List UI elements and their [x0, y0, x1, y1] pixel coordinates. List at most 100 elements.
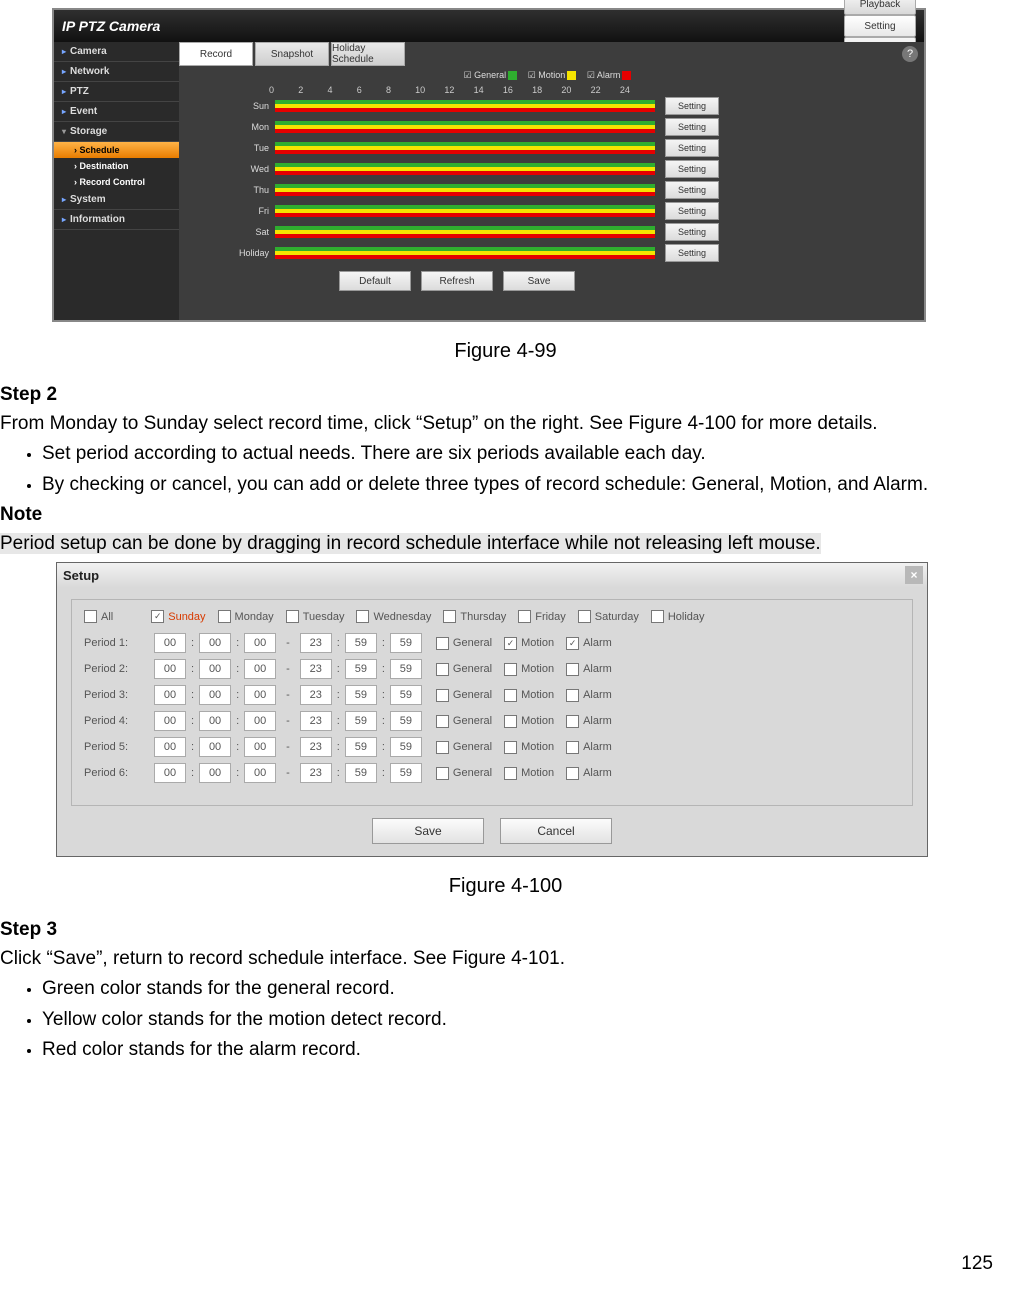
checkbox-general[interactable] [436, 637, 449, 650]
checkbox-monday[interactable] [218, 610, 231, 623]
row-setting-button[interactable]: Setting [665, 118, 719, 136]
schedule-row-sat: SatSetting [179, 221, 924, 242]
time-input[interactable]: 59 [390, 711, 422, 731]
checkbox-thursday[interactable] [443, 610, 456, 623]
row-setting-button[interactable]: Setting [665, 160, 719, 178]
time-input[interactable]: 00 [154, 763, 186, 783]
time-input[interactable]: 23 [300, 737, 332, 757]
sidebar-item-camera[interactable]: Camera [54, 42, 179, 62]
checkbox-saturday[interactable] [578, 610, 591, 623]
time-input[interactable]: 00 [244, 633, 276, 653]
time-input[interactable]: 00 [154, 685, 186, 705]
sidebar-item-information[interactable]: Information [54, 210, 179, 230]
checkbox-alarm[interactable] [566, 767, 579, 780]
time-input[interactable]: 00 [154, 659, 186, 679]
time-input[interactable]: 00 [154, 737, 186, 757]
checkbox-general[interactable] [436, 741, 449, 754]
checkbox-general[interactable] [436, 689, 449, 702]
row-setting-button[interactable]: Setting [665, 139, 719, 157]
checkbox-alarm[interactable]: ✓ [566, 637, 579, 650]
checkbox-all[interactable] [84, 610, 97, 623]
checkbox-motion[interactable] [504, 715, 517, 728]
time-input[interactable]: 23 [300, 633, 332, 653]
time-input[interactable]: 00 [199, 633, 231, 653]
time-input[interactable]: 59 [390, 633, 422, 653]
time-input[interactable]: 00 [199, 659, 231, 679]
time-input[interactable]: 59 [345, 711, 377, 731]
checkbox-motion[interactable] [504, 767, 517, 780]
tab-record[interactable]: Record [179, 42, 253, 66]
checkbox-alarm[interactable] [566, 715, 579, 728]
checkbox-wednesday[interactable] [356, 610, 369, 623]
tab-holiday-schedule[interactable]: Holiday Schedule [331, 42, 405, 66]
checkbox-friday[interactable] [518, 610, 531, 623]
nav-playback[interactable]: Playback [844, 0, 916, 15]
row-setting-button[interactable]: Setting [665, 223, 719, 241]
time-input[interactable]: 59 [345, 763, 377, 783]
row-setting-button[interactable]: Setting [665, 97, 719, 115]
sidebar-sub-destination[interactable]: › Destination [54, 158, 179, 174]
time-input[interactable]: 00 [154, 633, 186, 653]
time-input[interactable]: 23 [300, 763, 332, 783]
checkbox-motion[interactable]: ✓ [504, 637, 517, 650]
time-input[interactable]: 59 [390, 737, 422, 757]
sidebar-item-storage[interactable]: Storage [54, 122, 179, 142]
figure-caption-100: Figure 4-100 [0, 875, 1011, 898]
time-input[interactable]: 00 [244, 737, 276, 757]
time-input[interactable]: 00 [199, 685, 231, 705]
save-button[interactable]: Save [372, 818, 484, 844]
time-input[interactable]: 00 [244, 685, 276, 705]
close-icon[interactable]: × [905, 566, 923, 584]
sidebar-sub-schedule[interactable]: › Schedule [54, 142, 179, 158]
nav-setting[interactable]: Setting [844, 15, 916, 37]
checkbox-general[interactable] [436, 715, 449, 728]
checkbox-general[interactable] [436, 767, 449, 780]
cancel-button[interactable]: Cancel [500, 818, 612, 844]
time-input[interactable]: 59 [390, 763, 422, 783]
step2-body: From Monday to Sunday select record time… [0, 410, 1007, 439]
schedule-row-wed: WedSetting [179, 158, 924, 179]
checkbox-alarm[interactable] [566, 741, 579, 754]
save-button[interactable]: Save [503, 271, 575, 291]
time-input[interactable]: 00 [244, 711, 276, 731]
sidebar-item-system[interactable]: System [54, 190, 179, 210]
time-input[interactable]: 00 [244, 659, 276, 679]
time-input[interactable]: 00 [244, 763, 276, 783]
time-input[interactable]: 59 [345, 685, 377, 705]
checkbox-general[interactable] [436, 663, 449, 676]
time-input[interactable]: 59 [345, 737, 377, 757]
checkbox-holiday[interactable] [651, 610, 664, 623]
time-input[interactable]: 00 [199, 763, 231, 783]
checkbox-tuesday[interactable] [286, 610, 299, 623]
time-input[interactable]: 59 [390, 685, 422, 705]
sidebar-sub-record-control[interactable]: › Record Control [54, 174, 179, 190]
checkbox-alarm[interactable] [566, 689, 579, 702]
sidebar-item-ptz[interactable]: PTZ [54, 82, 179, 102]
sidebar-item-network[interactable]: Network [54, 62, 179, 82]
checkbox-motion[interactable] [504, 663, 517, 676]
time-input[interactable]: 23 [300, 685, 332, 705]
time-input[interactable]: 59 [345, 633, 377, 653]
time-input[interactable]: 00 [154, 711, 186, 731]
default-button[interactable]: Default [339, 271, 411, 291]
time-input[interactable]: 00 [199, 737, 231, 757]
checkbox-motion[interactable] [504, 741, 517, 754]
tab-snapshot[interactable]: Snapshot [255, 42, 329, 66]
step3-bullet-2: Yellow color stands for the motion detec… [42, 1006, 1007, 1035]
row-setting-button[interactable]: Setting [665, 244, 719, 262]
checkbox-sunday[interactable]: ✓ [151, 610, 164, 623]
time-input[interactable]: 00 [199, 711, 231, 731]
help-icon[interactable]: ? [902, 46, 918, 62]
time-input[interactable]: 59 [345, 659, 377, 679]
checkbox-motion[interactable] [504, 689, 517, 702]
schedule-row-thu: ThuSetting [179, 179, 924, 200]
refresh-button[interactable]: Refresh [421, 271, 493, 291]
row-setting-button[interactable]: Setting [665, 202, 719, 220]
period-row-1: Period 1:00:00:00-23:59:59General✓Motion… [84, 633, 900, 653]
row-setting-button[interactable]: Setting [665, 181, 719, 199]
time-input[interactable]: 23 [300, 711, 332, 731]
time-input[interactable]: 59 [390, 659, 422, 679]
sidebar-item-event[interactable]: Event [54, 102, 179, 122]
time-input[interactable]: 23 [300, 659, 332, 679]
checkbox-alarm[interactable] [566, 663, 579, 676]
